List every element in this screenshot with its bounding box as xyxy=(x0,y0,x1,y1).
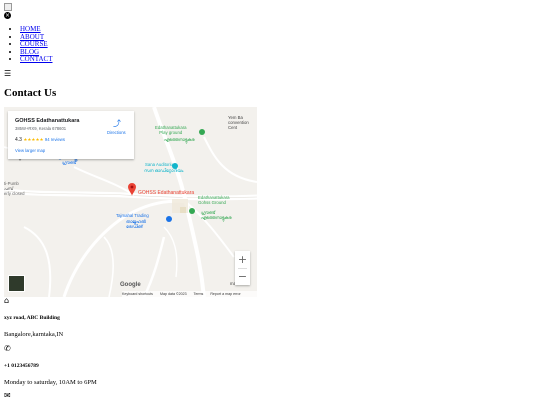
map-label-west: ti-Pumb പമ്പ് erly closed xyxy=(4,181,25,196)
business-hours: Monday to saturday, 10AM to 6PM xyxy=(4,379,97,386)
star-rating-icon: ★★★★★ xyxy=(23,137,44,142)
directions-icon[interactable]: ⤴ xyxy=(113,120,121,128)
map-pin-label: GOHSS Edathanattukara xyxy=(138,190,195,196)
nav-menu: HOME ABOUT COURSE BLOG CONTACT xyxy=(0,25,53,64)
reviews-link[interactable]: 94 reviews xyxy=(45,137,65,142)
map-label-play-ground: Edathanattukara Play ground xyxy=(155,125,187,135)
phone-number: +1 0123456789 xyxy=(4,363,39,369)
keyboard-shortcuts-link[interactable]: Keyboard shortcuts xyxy=(122,292,153,296)
map-embed[interactable]: Yem Ba convention Cent Edathanattukara Pla… xyxy=(4,107,257,297)
report-error-link[interactable]: Report a map error xyxy=(210,292,240,296)
google-logo: Google xyxy=(120,282,141,288)
map-label-gohss-ground-ml: ഗ്രൗണ്ട് എടത്തനാട്ടുകര xyxy=(201,210,232,220)
satellite-toggle-thumbnail[interactable] xyxy=(8,275,25,292)
map-label-tajmahal: Tajmahal Trading xyxy=(116,213,149,218)
map-label-convention: Yem Ba convention Cent xyxy=(228,115,249,130)
map-data-text: Map data ©2023 xyxy=(159,292,187,296)
phone-icon: ✆ xyxy=(4,344,11,353)
home-icon: ⌂ xyxy=(4,296,10,305)
envelope-icon: ✉ xyxy=(4,391,11,400)
rating-value: 4.3 xyxy=(15,137,22,143)
place-name: GOHSS Edathanattukara xyxy=(15,118,80,124)
place-address: 385W+RX9, Kerala 678601 xyxy=(15,126,67,131)
zoom-divider xyxy=(238,268,247,269)
directions-link[interactable]: Directions xyxy=(107,130,126,135)
place-info-card: GOHSS Edathanattukara 385W+RX9, Kerala 6… xyxy=(8,111,134,159)
map-label-sana-ml: സന ഓഡിറ്റോറിയം xyxy=(144,168,184,173)
hamburger-menu-icon[interactable]: ☰ xyxy=(4,70,11,78)
map-attribution: Keyboard shortcuts Map data ©2023 Terms … xyxy=(122,291,257,297)
place-rating: 4.3 ★★★★★ 94 reviews xyxy=(15,137,65,143)
map-label-sana: Sana Auditorium xyxy=(145,162,177,167)
nav-link-contact[interactable]: CONTACT xyxy=(20,55,53,64)
map-label-tajmahal-ml: താജ്മഹൽ ട്രേഡിങ് xyxy=(126,219,146,229)
map-label-gohss-ground: Edathanattukara Gohss Ground xyxy=(198,195,230,205)
close-icon[interactable]: × xyxy=(4,12,11,19)
zoom-out-button[interactable]: − xyxy=(235,268,250,285)
logo-image xyxy=(4,3,12,11)
nav-item-contact: CONTACT xyxy=(20,56,53,64)
zoom-controls: + − xyxy=(235,251,250,285)
view-larger-map-link[interactable]: View larger map xyxy=(15,148,45,153)
address-line: xyz road, ABC Building xyxy=(4,315,60,321)
map-label-play-ground-ml: എടത്തനാട്ടുകര xyxy=(164,137,195,142)
zoom-in-button[interactable]: + xyxy=(235,251,250,268)
page-title: Contact Us xyxy=(4,87,57,99)
address-city: Bangalore,karntaka,IN xyxy=(4,331,64,338)
terms-link[interactable]: Terms xyxy=(194,292,204,296)
